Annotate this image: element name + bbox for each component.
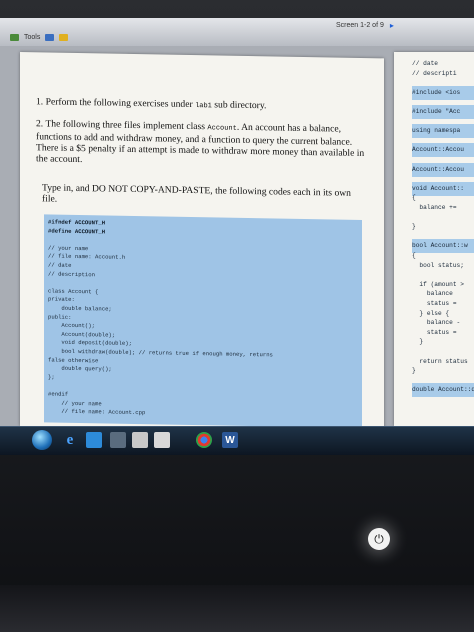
screen: Tools Screen 1-2 of 9 ▸ 1. Perform the f… [0,18,474,426]
code-line: double balance; [48,304,112,313]
code-line-right: void Account:: [412,184,464,192]
code-line-right: #include <ios [412,88,461,96]
power-icon[interactable]: ⏻ [368,528,390,550]
code-line: false otherwise [48,356,99,364]
folder-icon[interactable] [59,34,69,41]
code-line-right: balance += [412,204,457,211]
next-page-icon[interactable]: ▸ [390,21,394,30]
highlight-icon[interactable] [45,34,55,41]
keyboard-edge [0,585,474,632]
page-indicator: Screen 1-2 of 9 [336,22,384,29]
code-line: // your name [48,399,102,408]
internet-explorer-icon[interactable]: e [62,432,78,448]
exercise-2-code: Account [207,124,237,133]
document-page-right: // date // descripti #include <ios #include… [394,52,474,426]
exercise-1-text: Perform the following exercises under [45,96,196,111]
code-line: class Account { [48,287,99,296]
code-line-right: // date [412,60,438,67]
code-line-right: return status [412,357,468,365]
code-line-right: balance [412,290,453,298]
code-line-right: status = [412,328,457,336]
code-line: #ifndef ACCOUNT_H [48,218,106,227]
code-line-right: Account::Accou [412,165,464,173]
tools-menu[interactable]: Tools [10,34,69,41]
exercise-2-text: The following three files implement clas… [45,118,208,133]
code-line-right: using namespa [412,127,461,135]
code-line-right: bool status; [412,261,464,269]
code-line: double query(); [48,364,112,373]
code-line-right: } [412,223,416,231]
code-line-right: bool Account::w [412,242,468,250]
explorer-icon[interactable] [110,432,126,448]
code-line-right: status = [412,300,457,307]
exercise-1-number: 1. [36,96,44,108]
taskbar: e W [0,426,474,455]
code-line-right: if (amount > [412,280,464,288]
exercise-1-code: lab1 [195,102,212,111]
code-line: void deposit(double); [48,338,132,348]
code-line: // file name: Account.h [48,252,126,262]
code-line: #define ACCOUNT_H [48,227,106,236]
code-line-right: // descripti [412,69,457,77]
code-line: // date [48,261,72,269]
code-block-account-h: #ifndef ACCOUNT_H #define ACCOUNT_H // you… [44,214,362,426]
code-line-right: #include "Acc [412,108,461,115]
code-line: }; [48,373,55,381]
typing-instruction: Type in, and DO NOT COPY-AND-PASTE, the … [42,182,351,205]
folder-icon[interactable] [132,432,148,448]
code-line-right: Account::Accou [412,146,464,154]
document-page-left: 1. Perform the following exercises under… [20,52,384,426]
code-line-right: { [412,252,416,259]
tools-icon [10,34,19,41]
code-line: #endif [48,390,69,398]
code-line-right: { [412,194,416,202]
code-line-right: } else { [412,309,450,317]
exercise-1-text-end: sub directory. [211,99,267,112]
media-icon[interactable] [86,432,102,448]
page-status: Screen 1-2 of 9 ▸ [336,21,394,30]
code-line: // description [48,270,95,278]
code-line: public: [48,313,72,321]
code-line: // your name [48,244,89,252]
word-icon[interactable]: W [222,432,238,448]
tools-label: Tools [24,34,41,41]
code-line: Account(); [48,321,95,330]
document-toolbar: Tools Screen 1-2 of 9 ▸ [0,18,474,47]
code-line-right: } [412,367,416,375]
exercise-1: 1. Perform the following exercises under… [36,96,366,113]
code-line-right: } [412,338,424,346]
code-line-right: double Account::qu [412,386,474,394]
code-line-right: balance - [412,319,461,327]
code-line: // file name: Account.cpp [48,407,146,417]
exercise-2-number: 2. [36,118,44,130]
start-button[interactable] [32,430,52,450]
exercise-2: 2. The following three files implement c… [36,118,366,170]
chrome-icon[interactable] [196,432,212,448]
code-line: private: [48,295,75,304]
app-icon[interactable] [154,432,170,448]
code-line: Account(double); [48,330,116,339]
